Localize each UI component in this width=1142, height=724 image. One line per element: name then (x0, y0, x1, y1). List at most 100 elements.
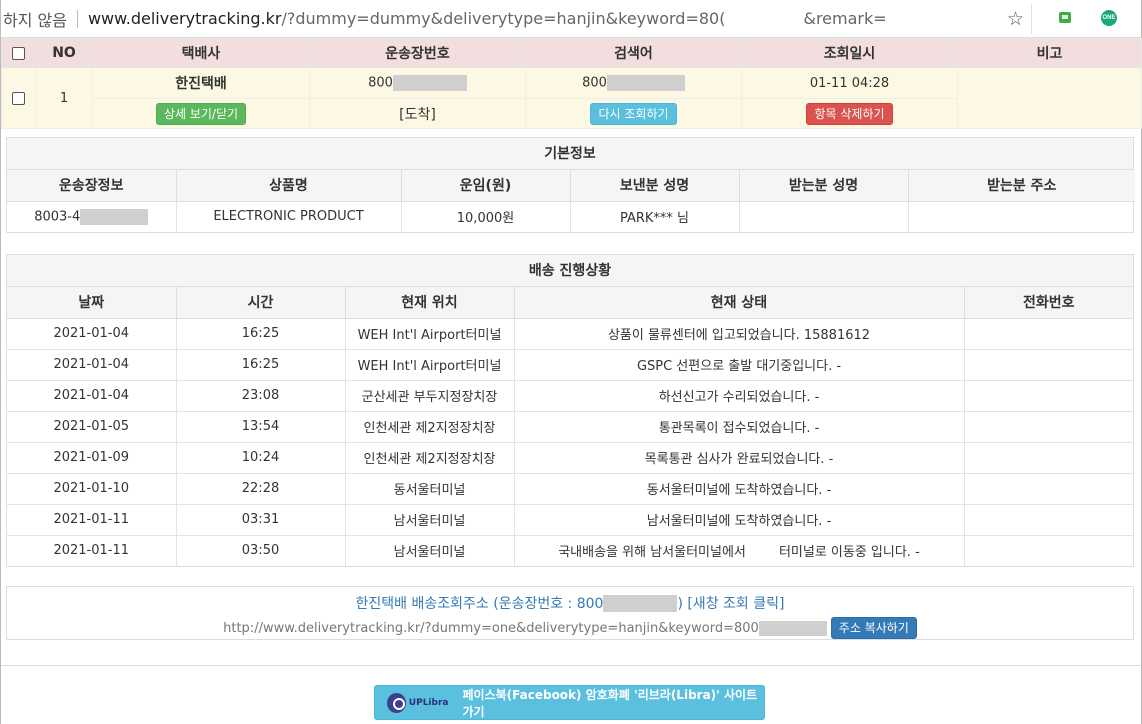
cell-phone (963, 503, 1133, 536)
header-date: 날짜 (7, 287, 177, 319)
row-keyword: 800 (525, 67, 742, 99)
row-checkbox[interactable] (12, 91, 25, 105)
table-row: 2021-01-10 22:28 동서울터미널 동서울터미널에 도착하였습니다.… (7, 472, 1133, 505)
cell-time: 10:24 (175, 441, 346, 474)
cell-phone (963, 472, 1133, 505)
requery-button[interactable]: 다시 조회하기 (590, 102, 677, 125)
product-value: ELECTRONIC PRODUCT (175, 200, 402, 232)
cell-time: 03:50 (175, 534, 346, 566)
header-keyword: 검색어 (525, 38, 742, 68)
header-status: 현재 상태 (513, 287, 965, 319)
address-separator (76, 9, 78, 28)
row-no: 1 (35, 67, 93, 129)
table-row: 2021-01-04 16:25 WEH Int'l Airport터미널 GS… (7, 348, 1133, 381)
waybill-value: 8003-4 (7, 200, 177, 232)
cell-location: 남서울터미널 (344, 503, 515, 536)
keyword-prefix: 800 (582, 75, 607, 91)
cell-time: 16:25 (175, 348, 346, 381)
receiver-value (738, 200, 909, 232)
link-title-prefix: 한진택배 배송조회주소 (운송장번호 : 800 (355, 596, 604, 612)
fee-value: 10,000원 (400, 200, 571, 232)
delete-item-button[interactable]: 항목 삭제하기 (806, 102, 893, 125)
requery-cell: 다시 조회하기 (525, 98, 742, 129)
cell-date: 2021-01-09 (7, 441, 177, 474)
cell-location: 군산세관 부두지정장치장 (344, 379, 515, 412)
tracking-url: http://www.deliverytracking.kr/?dummy=on… (223, 620, 759, 636)
divider (1, 665, 1141, 666)
cell-phone (963, 534, 1133, 566)
link-title-suffix: ) [새창 조회 클릭] (677, 596, 785, 612)
table-row: 8003-4 ELECTRONIC PRODUCT 10,000원 PARK**… (7, 200, 1135, 232)
header-address: 받는분 주소 (907, 170, 1135, 202)
extension-screen-icon[interactable] (1059, 12, 1071, 23)
tracking-url-row: http://www.deliverytracking.kr/?dummy=on… (7, 617, 1133, 639)
row-remark (957, 67, 1142, 129)
header-fee: 운임(원) (400, 170, 571, 202)
row-carrier: 한진택배 (92, 67, 310, 99)
libra-logo-icon (387, 692, 406, 713)
cell-location: 남서울터미널 (344, 534, 515, 566)
copy-address-button[interactable]: 주소 복사하기 (830, 617, 917, 639)
header-receiver: 받는분 성명 (738, 170, 909, 202)
cell-time: 03:31 (175, 503, 346, 536)
cell-date: 2021-01-04 (7, 317, 177, 350)
basic-info-panel: 기본정보 운송장정보 상품명 운임(원) 보낸분 성명 받는분 성명 받는분 주… (6, 137, 1135, 233)
waybill-prefix: 8003-4 (34, 209, 81, 225)
detail-toggle-button[interactable]: 상세 보기/닫기 (155, 102, 247, 125)
detail-cell: 상세 보기/닫기 (92, 98, 310, 129)
extension-one-icon[interactable]: ONE (1101, 10, 1117, 26)
security-indicator[interactable]: 하지 않음 (1, 7, 67, 31)
sender-value: PARK*** 님 (569, 200, 740, 232)
cell-location: WEH Int'l Airport터미널 (344, 348, 515, 381)
table-row: 2021-01-09 10:24 인천세관 제2지정장치장 목록통관 심사가 완… (7, 441, 1133, 474)
tracking-redaction (392, 75, 467, 91)
cell-date: 2021-01-10 (7, 472, 177, 505)
table-row: 2021-01-11 03:50 남서울터미널 국내배송을 위해 남서울터미널에… (7, 534, 1133, 566)
select-all-cell (1, 38, 36, 68)
table-row: 2021-01-04 23:08 군산세관 부두지정장치장 하선신고가 수리되었… (7, 379, 1133, 412)
cell-date: 2021-01-11 (7, 534, 177, 566)
header-sender: 보낸분 성명 (569, 170, 740, 202)
row-status: [도착] (309, 98, 526, 129)
bookmark-star-icon[interactable]: ☆ (1007, 8, 1024, 30)
header-location: 현재 위치 (344, 287, 515, 319)
cell-date: 2021-01-11 (7, 503, 177, 536)
row-datetime: 01-11 04:28 (741, 67, 958, 99)
select-all-checkbox[interactable] (12, 46, 25, 60)
table-row: 2021-01-04 16:25 WEH Int'l Airport터미널 상품… (7, 317, 1133, 350)
url-redaction (758, 620, 827, 636)
link-redaction (603, 594, 678, 612)
cell-status: 국내배송을 위해 남서울터미널에서 터미널로 이동중 입니다. - (513, 534, 965, 566)
cell-phone (963, 348, 1133, 381)
header-product: 상품명 (175, 170, 402, 202)
header-waybill: 운송장정보 (7, 170, 177, 202)
libra-site-button[interactable]: UPLibra 페이스북(Facebook) 암호화폐 '리브라(Libra)'… (374, 685, 765, 720)
cell-status: 통관목록이 접수되었습니다. - (513, 410, 965, 443)
header-no: NO (35, 38, 93, 68)
url-field[interactable]: www.deliverytracking.kr/?dummy=dummy&del… (88, 9, 887, 28)
cell-location: 동서울터미널 (344, 472, 515, 505)
progress-header-row: 날짜 시간 현재 위치 현재 상태 전화번호 (7, 287, 1133, 319)
cell-status: 남서울터미널에 도착하였습니다. - (513, 503, 965, 536)
cell-location: 인천세관 제2지정장치장 (344, 410, 515, 443)
url-redaction (725, 9, 804, 28)
url-host: www.deliverytracking.kr (87, 9, 282, 28)
header-query-datetime: 조회일시 (741, 38, 958, 68)
waybill-redaction (80, 208, 149, 225)
cell-time: 22:28 (175, 472, 346, 505)
table-row: 2021-01-11 03:31 남서울터미널 남서울터미널에 도착하였습니다.… (7, 503, 1133, 536)
header-carrier: 택배사 (92, 38, 310, 68)
header-tracking-number: 운송장번호 (309, 38, 526, 68)
cell-date: 2021-01-05 (7, 410, 177, 443)
tracking-link[interactable]: 한진택배 배송조회주소 (운송장번호 : 800 ) [새창 조회 클릭] (7, 593, 1133, 613)
cell-status: 하선신고가 수리되었습니다. - (513, 379, 965, 412)
cell-status: 목록통관 심사가 완료되었습니다. - (513, 441, 965, 474)
header-remark: 비고 (957, 38, 1142, 68)
delivery-progress-panel: 배송 진행상황 날짜 시간 현재 위치 현재 상태 전화번호 2021-01-0… (6, 254, 1134, 567)
tracking-link-box: 한진택배 배송조회주소 (운송장번호 : 800 ) [새창 조회 클릭] htt… (6, 586, 1134, 640)
delete-cell: 항목 삭제하기 (741, 98, 958, 129)
cell-location: WEH Int'l Airport터미널 (344, 317, 515, 350)
list-header-row: NO 택배사 운송장번호 검색어 조회일시 비고 (1, 38, 1142, 68)
cell-location: 인천세관 제2지정장치장 (344, 441, 515, 474)
cell-date: 2021-01-04 (7, 379, 177, 412)
